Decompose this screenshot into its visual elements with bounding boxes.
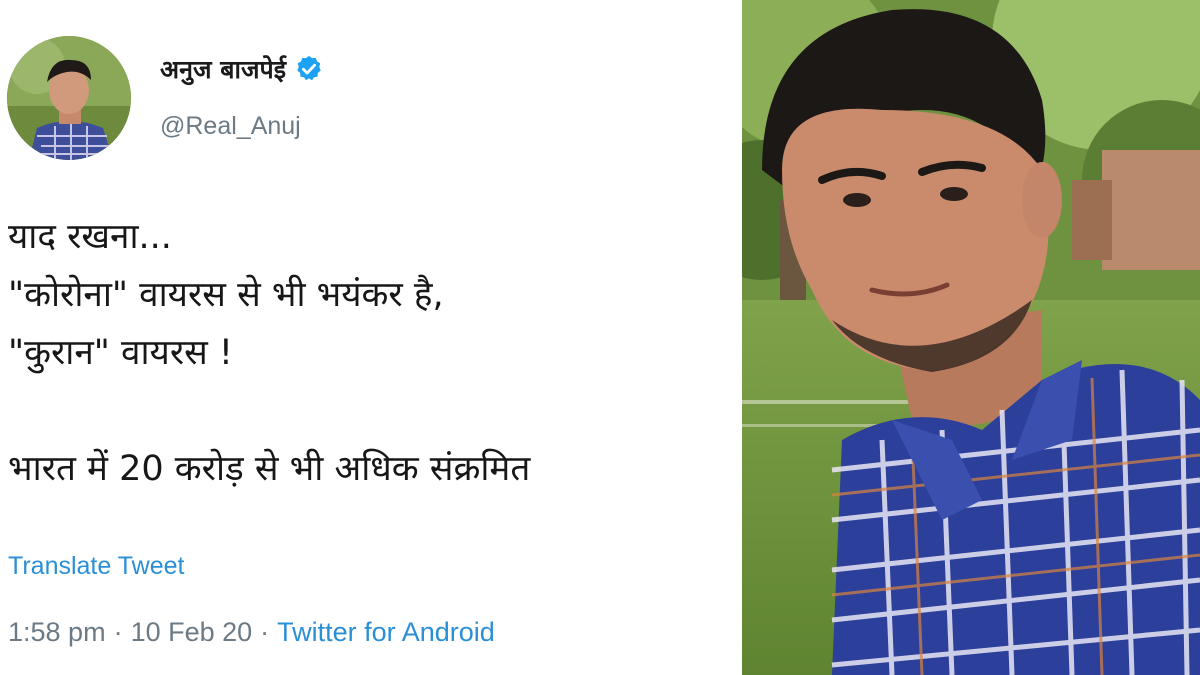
avatar[interactable] bbox=[7, 36, 131, 160]
tweet-source-link[interactable]: Twitter for Android bbox=[277, 617, 495, 647]
tweet-line: याद रखना... bbox=[8, 217, 172, 257]
verified-badge-icon bbox=[294, 54, 324, 84]
profile-photo bbox=[742, 0, 1200, 675]
display-name[interactable]: अनुज बाजपेई bbox=[160, 52, 324, 86]
meta-separator: · bbox=[113, 617, 123, 647]
tweet-date[interactable]: 10 Feb 20 bbox=[131, 617, 253, 647]
translate-tweet-link[interactable]: Translate Tweet bbox=[8, 552, 184, 581]
meta-separator: · bbox=[260, 617, 270, 647]
tweet-card: अनुज बाजपेई @Real_Anuj याद रखना... "कोरो… bbox=[0, 0, 742, 675]
tweet-text: याद रखना... "कोरोना" वायरस से भी भयंकर ह… bbox=[8, 208, 738, 498]
tweet-line: भारत में 20 करोड़ से भी अधिक संक्रमित bbox=[8, 449, 531, 489]
tweet-line: "कुरान" वायरस ! bbox=[8, 333, 233, 373]
tweet-time[interactable]: 1:58 pm bbox=[8, 617, 106, 647]
user-handle[interactable]: @Real_Anuj bbox=[160, 112, 301, 141]
display-name-text[interactable]: अनुज बाजपेई bbox=[160, 52, 286, 86]
tweet-meta: 1:58 pm · 10 Feb 20 · Twitter for Android bbox=[8, 617, 495, 648]
tweet-line: "कोरोना" वायरस से भी भयंकर है, bbox=[8, 275, 444, 315]
